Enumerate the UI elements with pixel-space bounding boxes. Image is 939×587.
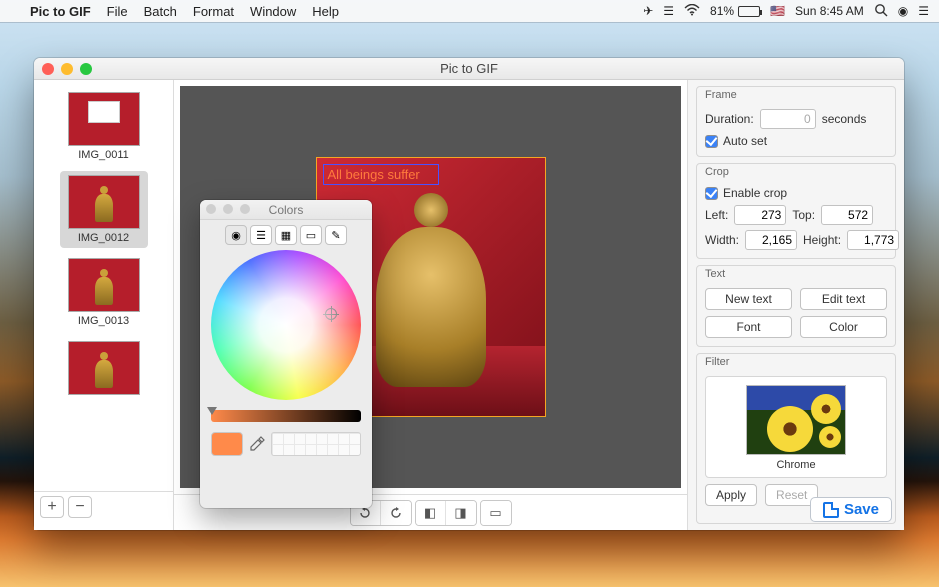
seconds-label: seconds bbox=[822, 112, 867, 126]
filter-thumbnail bbox=[746, 385, 846, 455]
menu-window[interactable]: Window bbox=[250, 4, 296, 19]
menubar-battery[interactable]: 81% bbox=[710, 4, 760, 18]
menu-format[interactable]: Format bbox=[193, 4, 234, 19]
filter-panel-title: Filter bbox=[697, 354, 895, 370]
window-title: Pic to GIF bbox=[440, 61, 498, 76]
crop-height-label: Height: bbox=[803, 233, 841, 247]
crop-left-field[interactable] bbox=[734, 205, 786, 225]
text-panel: Text New text Edit text Font Color bbox=[696, 265, 896, 347]
filter-preview[interactable]: Chrome bbox=[705, 376, 887, 478]
apply-filter-button[interactable]: Apply bbox=[705, 484, 757, 506]
window-zoom-button[interactable] bbox=[80, 63, 92, 75]
aspect-button[interactable]: ▭ bbox=[481, 501, 511, 525]
autoset-checkbox[interactable] bbox=[705, 135, 718, 148]
crop-top-field[interactable] bbox=[821, 205, 873, 225]
save-icon bbox=[823, 502, 839, 518]
crop-panel-title: Crop bbox=[697, 164, 895, 180]
pencils-tab-icon[interactable]: ✎ bbox=[325, 225, 347, 245]
window-minimize-button[interactable] bbox=[61, 63, 73, 75]
inspector-panel: Frame Duration: seconds Auto set Crop En… bbox=[688, 80, 904, 530]
menubar-wifi-icon[interactable] bbox=[684, 4, 700, 19]
brightness-knob[interactable] bbox=[207, 407, 217, 415]
crop-width-label: Width: bbox=[705, 233, 739, 247]
menu-help[interactable]: Help bbox=[312, 4, 339, 19]
window-titlebar[interactable]: Pic to GIF bbox=[34, 58, 904, 80]
menubar-disk-icon[interactable]: ☰ bbox=[663, 4, 674, 18]
current-color-swatch[interactable] bbox=[211, 432, 243, 456]
crop-left-label: Left: bbox=[705, 208, 728, 222]
colors-close-button[interactable] bbox=[206, 204, 216, 214]
crop-width-field[interactable] bbox=[745, 230, 797, 250]
save-label: Save bbox=[844, 501, 879, 518]
menu-file[interactable]: File bbox=[107, 4, 128, 19]
duration-field[interactable] bbox=[760, 109, 816, 129]
duration-label: Duration: bbox=[705, 112, 754, 126]
remove-image-button[interactable]: − bbox=[68, 496, 92, 518]
brightness-slider[interactable] bbox=[211, 410, 361, 422]
menubar-clock[interactable]: Sun 8:45 AM bbox=[795, 4, 864, 18]
photo-subject bbox=[376, 227, 486, 387]
menubar-plane-icon[interactable]: ✈︎ bbox=[643, 4, 653, 18]
colors-title: Colors bbox=[269, 203, 304, 217]
sliders-tab-icon[interactable]: ☰ bbox=[250, 225, 272, 245]
colors-minimize-button[interactable] bbox=[223, 204, 233, 214]
colors-zoom-button[interactable] bbox=[240, 204, 250, 214]
thumb-label: IMG_0012 bbox=[78, 232, 129, 244]
thumbnail-sidebar: IMG_0011 IMG_0012 IMG_0013 + − bbox=[34, 80, 174, 530]
color-button[interactable]: Color bbox=[800, 316, 887, 338]
frame-panel-title: Frame bbox=[697, 87, 895, 103]
colors-panel[interactable]: Colors ◉ ☰ ▦ ▭ ✎ bbox=[200, 200, 372, 508]
thumb-image bbox=[68, 341, 140, 395]
thumb-item[interactable]: IMG_0013 bbox=[60, 254, 148, 331]
macos-menubar: Pic to GIF File Batch Format Window Help… bbox=[0, 0, 939, 22]
color-wheel[interactable] bbox=[211, 250, 361, 400]
enable-crop-checkbox[interactable] bbox=[705, 187, 718, 200]
siri-icon[interactable]: ◉ bbox=[898, 4, 908, 18]
font-button[interactable]: Font bbox=[705, 316, 792, 338]
menubar-flag-icon[interactable]: 🇺🇸 bbox=[770, 4, 785, 18]
wheel-tab-icon[interactable]: ◉ bbox=[225, 225, 247, 245]
crop-height-field[interactable] bbox=[847, 230, 899, 250]
save-button[interactable]: Save bbox=[810, 497, 892, 522]
battery-percent: 81% bbox=[710, 4, 734, 18]
wheel-cursor-icon[interactable] bbox=[325, 308, 337, 320]
thumb-item[interactable]: IMG_0012 bbox=[60, 171, 148, 248]
thumb-label: IMG_0013 bbox=[78, 315, 129, 327]
notification-center-icon[interactable]: ☰ bbox=[918, 4, 929, 18]
text-panel-title: Text bbox=[697, 266, 895, 282]
frame-panel: Frame Duration: seconds Auto set bbox=[696, 86, 896, 157]
thumb-item[interactable]: IMG_0011 bbox=[60, 88, 148, 165]
rotate-ccw-button[interactable] bbox=[381, 501, 411, 525]
thumb-label: IMG_0011 bbox=[78, 149, 129, 161]
thumb-image bbox=[68, 258, 140, 312]
swatch-grid[interactable] bbox=[271, 432, 361, 456]
crop-top-label: Top: bbox=[792, 208, 815, 222]
app-window: Pic to GIF IMG_0011 IMG_0012 IMG_0013 + bbox=[34, 58, 904, 530]
add-image-button[interactable]: + bbox=[40, 496, 64, 518]
autoset-label: Auto set bbox=[723, 134, 767, 148]
image-tab-icon[interactable]: ▭ bbox=[300, 225, 322, 245]
spotlight-icon[interactable] bbox=[874, 3, 888, 20]
window-close-button[interactable] bbox=[42, 63, 54, 75]
eyedropper-icon[interactable] bbox=[249, 436, 265, 452]
new-text-button[interactable]: New text bbox=[705, 288, 792, 310]
colors-titlebar[interactable]: Colors bbox=[200, 200, 372, 220]
thumb-item[interactable] bbox=[60, 337, 148, 402]
edit-text-button[interactable]: Edit text bbox=[800, 288, 887, 310]
filter-name: Chrome bbox=[776, 459, 815, 471]
text-overlay[interactable]: All beings suffer bbox=[323, 164, 439, 185]
crop-panel: Crop Enable crop Left: Top: Width: Heigh… bbox=[696, 163, 896, 259]
enable-crop-label: Enable crop bbox=[723, 186, 787, 200]
thumb-image bbox=[68, 92, 140, 146]
picker-mode-tabs: ◉ ☰ ▦ ▭ ✎ bbox=[200, 220, 372, 250]
flip-horizontal-button[interactable]: ◧ bbox=[416, 501, 446, 525]
flip-vertical-button[interactable]: ◨ bbox=[446, 501, 476, 525]
thumb-image bbox=[68, 175, 140, 229]
palette-tab-icon[interactable]: ▦ bbox=[275, 225, 297, 245]
menu-batch[interactable]: Batch bbox=[144, 4, 177, 19]
app-menu[interactable]: Pic to GIF bbox=[30, 4, 91, 19]
